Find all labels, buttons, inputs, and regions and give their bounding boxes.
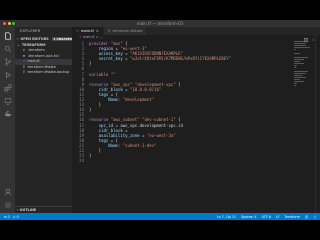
code-token: } xyxy=(89,107,92,113)
line-number: 24 xyxy=(79,158,84,164)
search-icon[interactable] xyxy=(3,44,12,53)
chevron-down-icon: ⌄ xyxy=(17,43,20,47)
terraform-file-icon: ≋ xyxy=(76,29,80,33)
editor-tabs: ≋ main.tf × ⚲ terraform.tfstate xyxy=(72,27,320,42)
code-text: secret_key = "wJalrXUtnFEMI/K7MDENG/bPxR… xyxy=(89,56,231,61)
status-item[interactable]: ☺ xyxy=(305,215,308,219)
terraform-file-icon: ≋ xyxy=(79,35,82,39)
file-tree-label: terraform.tfstate.backup xyxy=(27,70,70,74)
breadcrumb-symbol[interactable]: ... xyxy=(100,35,103,40)
files-icon[interactable] xyxy=(3,31,12,40)
tab-terraform-tfstate[interactable]: ⚲ terraform.tfstate xyxy=(103,27,148,35)
code-text: } xyxy=(89,61,91,66)
status-item[interactable]: Spaces: 4 xyxy=(241,215,257,219)
code-text: } xyxy=(89,107,91,112)
code-token: Name xyxy=(108,142,118,148)
code-token: "wJalrXUtnFEMI/K7MDENG/bPxRfiCYEXAMPLEKE… xyxy=(129,56,232,62)
code-token: variable xyxy=(89,71,109,77)
status-item[interactable]: LF xyxy=(276,215,280,219)
vertical-scrollbar[interactable] xyxy=(315,35,320,213)
close-icon[interactable]: × xyxy=(96,29,99,33)
code-token: "subnet-1-dev" xyxy=(122,142,157,148)
status-item[interactable]: Ln 7, Col 11 xyxy=(217,215,236,219)
close-window-button[interactable] xyxy=(3,22,6,25)
outline-label: OUTLINE xyxy=(19,208,37,212)
title-bar: main.tf — terraform-03 xyxy=(0,20,320,27)
minimap[interactable] xyxy=(294,41,310,101)
account-icon[interactable] xyxy=(3,187,12,196)
file-tree-item[interactable]: ⚲ terraform.tfstate.backup xyxy=(15,70,72,76)
code-editor[interactable]: 1 provider "aws" {2 region = "eu-west-3" 3… xyxy=(72,41,320,163)
activity-bar xyxy=(0,27,15,213)
maximize-window-button[interactable] xyxy=(12,22,15,25)
extensions-icon[interactable] xyxy=(3,83,12,92)
breadcrumb: ≋ main.tf > ... xyxy=(72,35,320,40)
code-token: "10.0.0.0/16" xyxy=(129,86,162,92)
vscode-window: main.tf — terraform-03 EXPLORER › OPEN E… xyxy=(0,20,320,220)
code-line[interactable]: 24 xyxy=(72,158,320,163)
tab-label: terraform.tfstate xyxy=(112,29,143,33)
file-type-icon: ⚲ xyxy=(22,70,26,74)
run-icon[interactable] xyxy=(3,70,12,79)
file-tree: > .terraform ≡ .terraform.lock.hcl ≋ main.tf ⚲… xyxy=(15,48,72,76)
code-token: = xyxy=(122,56,130,62)
editor-actions xyxy=(304,27,316,42)
remote-icon[interactable] xyxy=(3,96,12,105)
window-title: main.tf — terraform-03 xyxy=(136,21,184,26)
explorer-sidebar: EXPLORER › OPEN EDITORS 1 UNSAVED ⌄ TERR… xyxy=(15,27,74,213)
code-token: "" xyxy=(110,71,116,77)
window-controls xyxy=(3,22,15,25)
tfstate-file-icon: ⚲ xyxy=(107,29,111,33)
status-bar: ⊗ 0 ⚠ 0 Ln 7, Col 11 Spaces: 4 UTF-8 LF Terra… xyxy=(0,213,320,220)
editor-area: ≋ main.tf × ⚲ terraform.tfstate ≋ main.t… xyxy=(72,27,320,213)
settings-icon[interactable] xyxy=(3,200,12,209)
explorer-header: EXPLORER xyxy=(20,29,41,33)
tab-main-tf[interactable]: ≋ main.tf × xyxy=(72,27,104,35)
code-token: Name xyxy=(108,97,118,103)
code-token: "eu-west-3a" xyxy=(146,132,176,138)
code-token: = xyxy=(122,86,130,92)
code-text: variable "" xyxy=(89,72,116,77)
code-token: } xyxy=(89,61,92,67)
status-right: Ln 7, Col 11 Spaces: 4 UTF-8 LF Terraform ☺ ♫ xyxy=(217,215,320,219)
breadcrumb-separator: > xyxy=(96,35,99,39)
tab-label: main.tf xyxy=(81,29,94,33)
code-token: = xyxy=(139,132,147,138)
code-token: "development" xyxy=(122,97,155,103)
more-actions-icon[interactable] xyxy=(312,29,316,41)
unsaved-badge: 1 UNSAVED xyxy=(51,37,74,41)
minimize-window-button[interactable] xyxy=(7,22,11,25)
code-token: } xyxy=(89,153,92,159)
split-editor-icon[interactable] xyxy=(304,29,308,42)
status-item[interactable]: UTF-8 xyxy=(262,215,271,219)
docker-icon[interactable] xyxy=(3,109,12,118)
code-text: } xyxy=(89,153,91,158)
status-item[interactable]: Terraform xyxy=(284,215,299,219)
breadcrumb-file[interactable]: main.tf xyxy=(83,35,94,40)
source-control-icon[interactable] xyxy=(3,57,12,66)
code-token: secret_key xyxy=(98,56,123,62)
code-token: { xyxy=(175,81,181,87)
status-item[interactable]: ⊗ 0 xyxy=(4,215,10,219)
outline-section[interactable]: › OUTLINE xyxy=(15,206,74,213)
status-item[interactable]: ⚠ 0 xyxy=(13,215,19,219)
status-item[interactable]: ♫ xyxy=(313,215,316,219)
status-left: ⊗ 0 ⚠ 0 xyxy=(0,215,19,219)
